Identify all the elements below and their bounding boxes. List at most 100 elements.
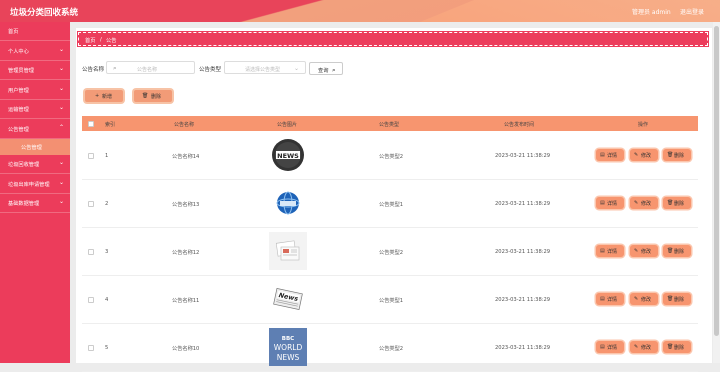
- row-type: 公告类型2: [379, 250, 404, 256]
- current-user: 管理员 admin: [632, 9, 671, 16]
- chevron-down-icon: ⌄: [58, 65, 64, 72]
- row-type: 公告类型2: [379, 154, 404, 160]
- chevron-down-icon: ⌄: [58, 104, 64, 111]
- edit-button[interactable]: ✎ 修改: [630, 197, 658, 209]
- delete-button[interactable]: 🗑 删除: [663, 197, 691, 209]
- detail-icon: ▤: [600, 296, 605, 302]
- table-header: 索引 公告名称 公告图片 公告类型 公告发布时间 操作: [82, 116, 698, 131]
- row-checkbox[interactable]: [88, 345, 94, 351]
- notice-image-newspapers: [269, 232, 307, 270]
- breadcrumb-home[interactable]: 首页: [85, 37, 95, 44]
- delete-button-label: 删除: [674, 201, 685, 207]
- edit-icon: ✎: [634, 344, 639, 350]
- sidebar-item-label: 用户管理: [8, 87, 29, 94]
- row-checkbox[interactable]: [88, 297, 94, 303]
- edit-icon: ✎: [634, 248, 639, 254]
- detail-button-label: 详情: [607, 249, 618, 255]
- plus-icon: +: [95, 93, 100, 99]
- row-index: 1: [105, 153, 109, 159]
- edit-button-label: 修改: [641, 297, 652, 303]
- row-checkbox[interactable]: [88, 153, 94, 159]
- trash-icon: 🗑: [667, 200, 674, 206]
- edit-icon: ✎: [634, 296, 639, 302]
- logout-link[interactable]: 退出登录: [680, 7, 704, 16]
- detail-button[interactable]: ▤ 详情: [596, 341, 624, 353]
- delete-button-label: 删除: [674, 297, 685, 303]
- detail-icon: ▤: [600, 200, 605, 206]
- row-index: 4: [105, 297, 109, 303]
- edit-button[interactable]: ✎ 修改: [630, 293, 658, 305]
- chevron-down-icon: ⌄: [58, 45, 64, 53]
- sidebar-item-notices[interactable]: 公告管理 ⌃: [0, 120, 70, 139]
- row-index: 2: [105, 201, 109, 207]
- detail-icon: ▤: [600, 152, 605, 158]
- chevron-up-icon: ⌃: [58, 123, 64, 131]
- row-type: 公告类型1: [379, 202, 404, 208]
- detail-button[interactable]: ▤ 详情: [596, 197, 624, 209]
- notice-type-select[interactable]: 请选择公告类型 ⌄: [224, 61, 306, 74]
- sidebar-item-home[interactable]: 首页: [0, 22, 70, 41]
- row-time: 2023-03-21 11:38:29: [495, 153, 551, 159]
- header-index: 索引: [105, 121, 116, 128]
- detail-button[interactable]: ▤ 详情: [596, 149, 624, 161]
- table-row: 2 公告名称13 公告类型1 2023-03-21 11:38:29 ▤ 详情 ✎…: [82, 180, 698, 228]
- notice-image-news-paper: News: [269, 280, 307, 318]
- sidebar-item-basedata[interactable]: 基础数据管理 ⌄: [0, 194, 70, 213]
- sidebar-item-profile[interactable]: 个人中心 ⌄: [0, 42, 70, 61]
- sidebar-subitem-notice-manage[interactable]: 公告管理: [0, 139, 70, 155]
- delete-button[interactable]: 🗑 删除: [663, 149, 691, 161]
- row-time: 2023-03-21 11:38:29: [495, 249, 551, 255]
- row-checkbox[interactable]: [88, 249, 94, 255]
- detail-button-label: 详情: [607, 201, 618, 207]
- batch-delete-button[interactable]: 🗑 删除: [134, 90, 172, 102]
- header-time: 公告发布时间: [504, 121, 535, 128]
- sidebar-item-recycle[interactable]: 垃圾回收管理 ⌄: [0, 155, 70, 174]
- row-checkbox[interactable]: [88, 201, 94, 207]
- notice-image-news-badge: NEWS: [269, 136, 307, 174]
- edit-button[interactable]: ✎ 修改: [630, 149, 658, 161]
- select-all-checkbox[interactable]: [88, 120, 94, 127]
- notice-type-label: 公告类型: [199, 67, 222, 73]
- sidebar-item-users[interactable]: 用户管理 ⌄: [0, 81, 70, 100]
- detail-button-label: 详情: [607, 345, 618, 351]
- scrollbar-thumb[interactable]: [714, 26, 719, 336]
- row-index: 5: [105, 345, 109, 351]
- breadcrumb: 首页 / 公告: [77, 31, 709, 47]
- page-scrollbar[interactable]: [713, 22, 720, 363]
- edit-button[interactable]: ✎ 修改: [630, 341, 658, 353]
- edit-button-label: 修改: [641, 201, 652, 207]
- chevron-down-icon: ⌄: [58, 178, 64, 186]
- news-badge-text: NEWS: [277, 152, 299, 160]
- delete-button-label: 删除: [674, 249, 685, 255]
- header-name: 公告名称: [174, 121, 195, 128]
- delete-button[interactable]: 🗑 删除: [663, 341, 691, 353]
- trash-icon: 🗑: [667, 248, 674, 254]
- header-image: 公告图片: [277, 121, 298, 128]
- sidebar-item-label: 运输管理: [8, 107, 29, 113]
- header-type: 公告类型: [379, 121, 400, 128]
- row-name: 公告名称12: [172, 250, 200, 256]
- row-type: 公告类型1: [379, 298, 404, 304]
- notice-name-input[interactable]: ⌕ 公告名称: [106, 61, 195, 74]
- trash-icon: 🗑: [667, 344, 674, 350]
- delete-button-label: 删除: [674, 153, 685, 159]
- row-time: 2023-03-21 11:38:29: [495, 345, 551, 351]
- world-text: WORLD: [274, 343, 303, 352]
- delete-button-label: 删除: [151, 94, 162, 100]
- breadcrumb-separator: /: [100, 36, 102, 43]
- notice-type-placeholder: 请选择公告类型: [245, 66, 281, 73]
- header-actions: 操作: [638, 121, 649, 128]
- sidebar-item-outbound[interactable]: 垃圾出库申请管理 ⌄: [0, 175, 70, 194]
- detail-button[interactable]: ▤ 详情: [596, 245, 624, 257]
- delete-button[interactable]: 🗑 删除: [663, 293, 691, 305]
- edit-icon: ✎: [634, 200, 639, 206]
- sidebar-item-label: 公告管理: [8, 126, 29, 133]
- search-button[interactable]: 查询 ⌕: [309, 62, 343, 75]
- edit-button[interactable]: ✎ 修改: [630, 245, 658, 257]
- delete-button[interactable]: 🗑 删除: [663, 245, 691, 257]
- detail-button[interactable]: ▤ 详情: [596, 293, 624, 305]
- sidebar-item-admins[interactable]: 管理员管理 ⌄: [0, 61, 70, 80]
- edit-button-label: 修改: [641, 249, 652, 255]
- sidebar-item-transport[interactable]: 运输管理 ⌄: [0, 100, 70, 119]
- add-button[interactable]: + 新增: [85, 90, 123, 102]
